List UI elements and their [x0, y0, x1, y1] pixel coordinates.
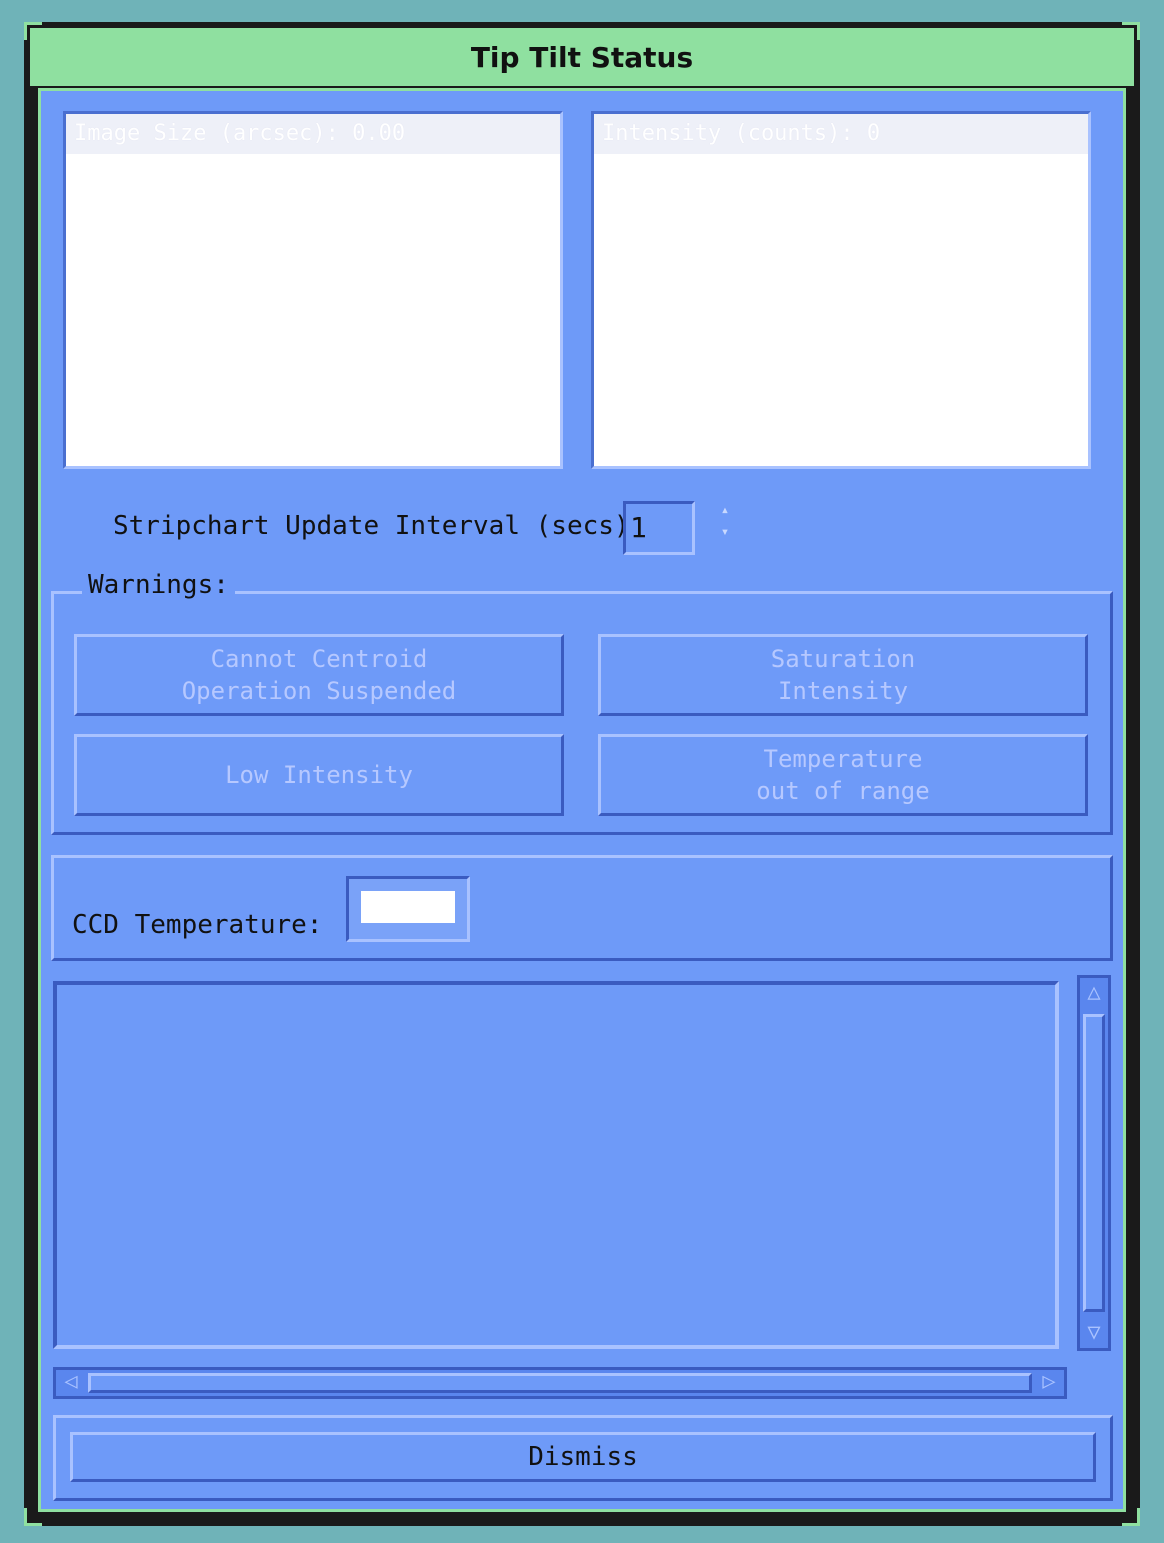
scroll-down-arrow-icon[interactable]: ▽	[1084, 1322, 1104, 1344]
warning-cannot-centroid: Cannot Centroid Operation Suspended	[74, 634, 564, 716]
tip-tilt-status-window: Tip Tilt Status Image Size (arcsec): 0.0…	[24, 22, 1140, 1526]
intensity-row[interactable]: Intensity (counts): 0	[594, 114, 1088, 154]
log-text-area[interactable]	[53, 981, 1059, 1349]
spinner-down-icon[interactable]: ▾	[717, 521, 733, 543]
scroll-right-arrow-icon[interactable]: ▷	[1038, 1371, 1060, 1393]
image-size-listbox[interactable]: Image Size (arcsec): 0.00	[63, 111, 563, 469]
warning-temperature-range: Temperature out of range	[598, 734, 1088, 816]
warning-low-intensity: Low Intensity	[74, 734, 564, 816]
warnings-group: Warnings: Cannot Centroid Operation Susp…	[51, 570, 1113, 835]
warnings-group-title: Warnings:	[82, 570, 235, 600]
scroll-left-arrow-icon[interactable]: ◁	[60, 1371, 82, 1393]
main-panel: Image Size (arcsec): 0.00 Intensity (cou…	[38, 88, 1126, 1512]
vertical-scroll-thumb[interactable]	[1083, 1014, 1105, 1312]
dismiss-button[interactable]: Dismiss	[70, 1432, 1096, 1482]
stripchart-interval-input[interactable]: 1	[623, 501, 695, 555]
vertical-scrollbar[interactable]: △ ▽	[1077, 975, 1111, 1351]
ccd-temperature-label: CCD Temperature:	[72, 910, 323, 940]
scroll-up-arrow-icon[interactable]: △	[1084, 982, 1104, 1004]
ccd-temperature-group: CCD Temperature:	[51, 855, 1113, 961]
spinner-up-icon[interactable]: ▴	[717, 499, 733, 521]
ccd-temperature-field	[346, 876, 470, 942]
horizontal-scroll-thumb[interactable]	[88, 1373, 1032, 1393]
warning-saturation-intensity: Saturation Intensity	[598, 634, 1088, 716]
intensity-listbox[interactable]: Intensity (counts): 0	[591, 111, 1091, 469]
stripchart-interval-label: Stripchart Update Interval (secs)	[113, 511, 630, 541]
dismiss-frame: Dismiss	[53, 1415, 1113, 1501]
window-titlebar[interactable]: Tip Tilt Status	[30, 28, 1134, 86]
ccd-temperature-value	[361, 891, 455, 923]
image-size-row[interactable]: Image Size (arcsec): 0.00	[66, 114, 560, 154]
horizontal-scrollbar[interactable]: ◁ ▷	[53, 1367, 1067, 1399]
window-title: Tip Tilt Status	[470, 40, 694, 74]
interval-spinner[interactable]: ▴ ▾	[717, 499, 733, 543]
